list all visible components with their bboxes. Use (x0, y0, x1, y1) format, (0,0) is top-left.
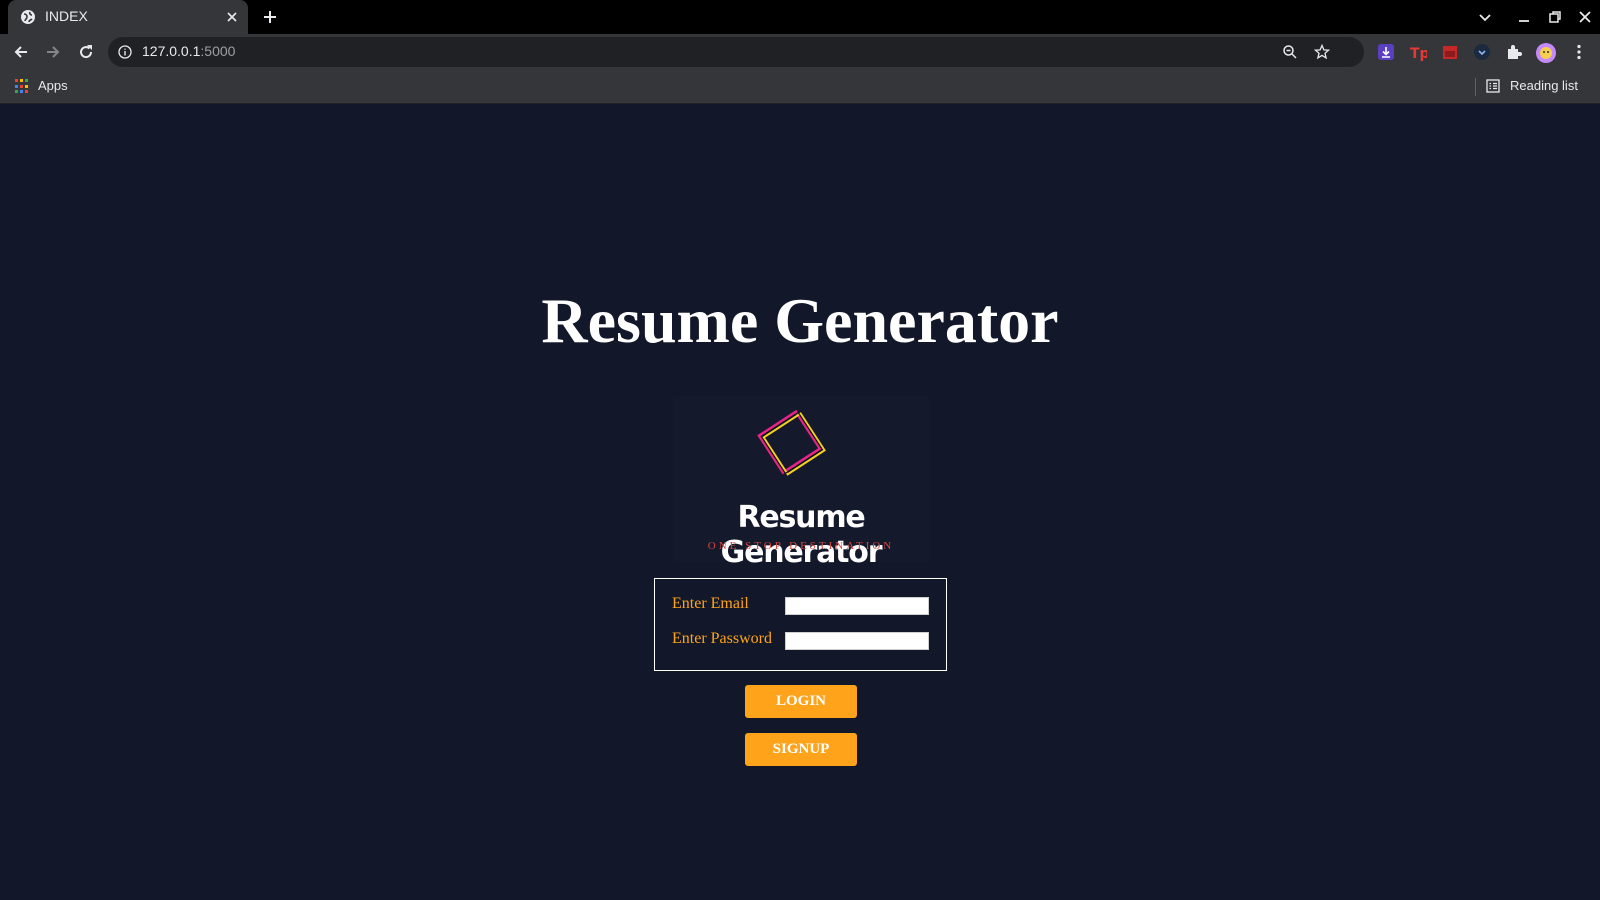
close-window-icon[interactable] (1577, 9, 1593, 25)
page-content: Resume Generator Resume Generator ONE ST… (0, 104, 1600, 900)
password-label: Enter Password (672, 630, 772, 647)
signup-button[interactable]: SIGNUP (745, 733, 857, 766)
svg-text:Tp: Tp (1410, 46, 1427, 61)
reading-list-icon[interactable] (1486, 79, 1500, 93)
tab-title: INDEX (45, 8, 88, 24)
login-form: Enter Email Enter Password (654, 578, 947, 671)
calendar-extension-icon[interactable] (1441, 43, 1459, 61)
star-icon[interactable] (1314, 44, 1330, 60)
puzzle-icon[interactable] (1505, 43, 1523, 61)
forward-arrow-icon[interactable] (44, 43, 62, 61)
kebab-menu-icon[interactable] (1570, 43, 1588, 61)
apps-bookmark[interactable]: Apps (38, 78, 68, 93)
password-field[interactable] (785, 632, 929, 650)
login-button[interactable]: LOGIN (745, 685, 857, 718)
apps-grid-icon[interactable] (15, 79, 30, 94)
globe-icon (21, 10, 35, 24)
email-label: Enter Email (672, 595, 749, 612)
chevron-down-icon[interactable] (1477, 9, 1493, 25)
tab-strip: INDEX (0, 0, 1600, 34)
back-arrow-icon[interactable] (12, 43, 30, 61)
reload-icon[interactable] (77, 43, 95, 61)
logo-tagline: ONE STOP DESTINATION (707, 540, 895, 552)
tp-extension-icon[interactable]: Tp (1409, 43, 1430, 62)
plus-icon[interactable] (262, 9, 278, 25)
minimize-icon[interactable] (1516, 9, 1532, 25)
url-host: 127.0.0.1 (142, 43, 201, 59)
email-field[interactable] (785, 597, 929, 615)
browser-tab[interactable]: INDEX (8, 0, 248, 34)
browser-toolbar: 127.0.0.1:5000 (0, 34, 1600, 70)
bookmarks-bar: Apps Reading list (0, 70, 1600, 104)
restore-icon[interactable] (1547, 9, 1563, 25)
profile-avatar-icon[interactable] (1536, 43, 1556, 63)
dark-extension-icon[interactable] (1473, 43, 1491, 61)
info-icon[interactable] (118, 45, 132, 59)
logo-title: Resume Generator (720, 500, 883, 570)
bookmarks-separator (1475, 78, 1476, 96)
reading-list-button[interactable]: Reading list (1510, 78, 1578, 93)
download-extension-icon[interactable] (1377, 43, 1395, 61)
zoom-out-icon[interactable] (1282, 44, 1298, 60)
page-title: Resume Generator (541, 285, 1059, 356)
close-icon[interactable] (224, 9, 240, 25)
url-port: :5000 (200, 43, 236, 59)
address-bar[interactable]: 127.0.0.1:5000 (108, 37, 1364, 67)
url-text: 127.0.0.1:5000 (142, 43, 235, 59)
logo-diamond-icon (757, 409, 826, 476)
logo: Resume Generator ONE STOP DESTINATION (673, 396, 929, 570)
